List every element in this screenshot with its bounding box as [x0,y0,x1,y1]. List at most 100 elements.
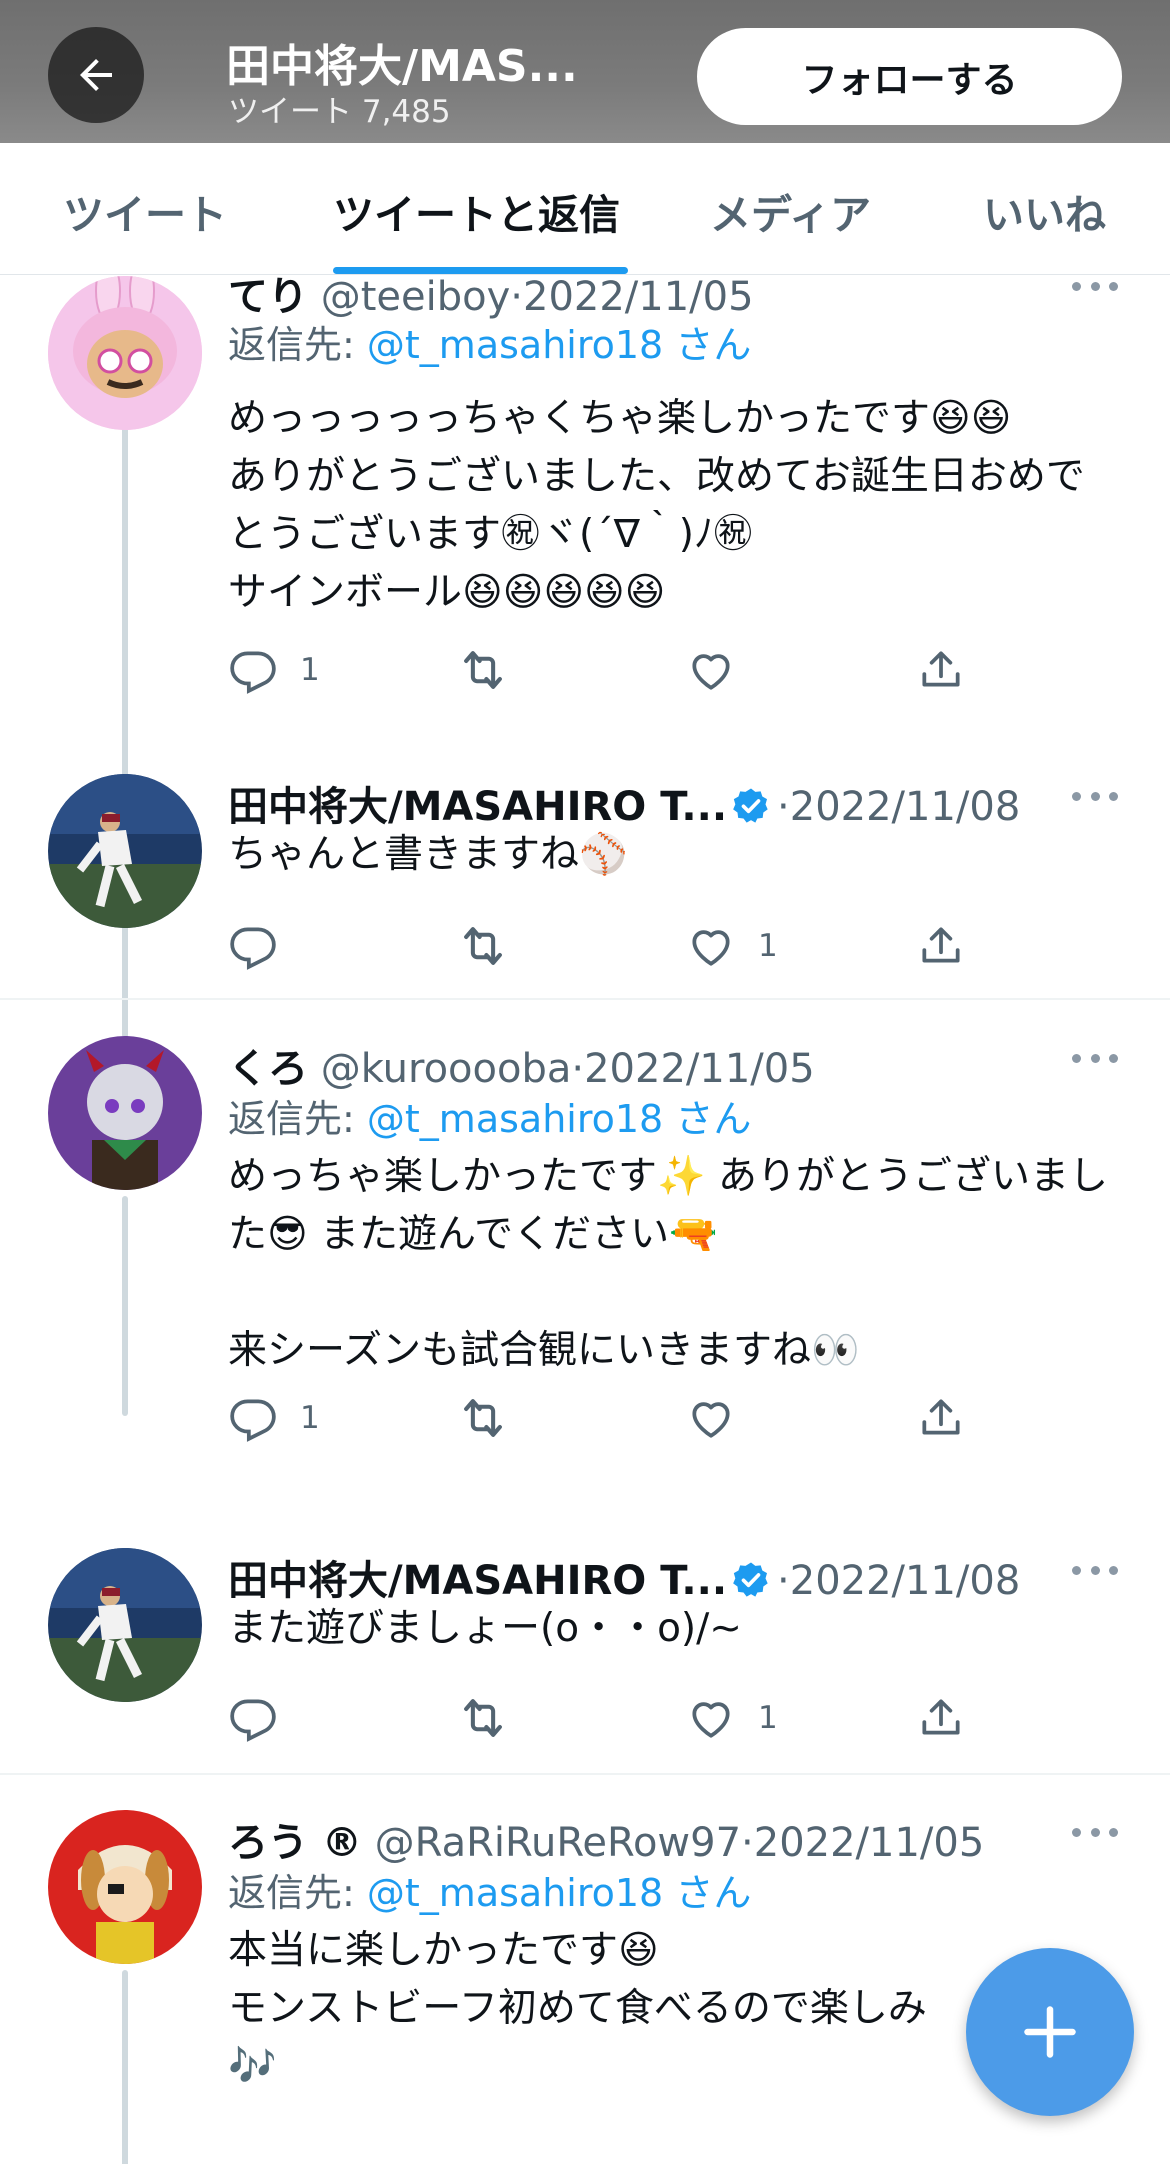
follow-button[interactable]: フォローする [697,28,1122,125]
reply-button[interactable]: 1 [228,1390,320,1446]
heart-icon [692,930,730,966]
reply-handle-link[interactable]: @t_masahiro18 [367,1871,663,1915]
retweet-button[interactable] [456,642,510,698]
reply-prefix: 返信先: [228,1097,355,1141]
reply-to: 返信先: @t_masahiro18 さん [228,1088,751,1143]
retweet-button[interactable] [456,1690,510,1746]
tweet-meta: くろ @kurooooba·2022/11/05 [228,1046,815,1092]
thread-line [122,426,128,1038]
tweet-date[interactable]: 2022/11/08 [790,784,1021,830]
retweet-button[interactable] [456,918,510,974]
reply-to: 返信先: @t_masahiro18 さん [228,314,751,369]
like-button[interactable] [686,1390,758,1446]
share-icon [922,1399,960,1435]
reply-icon [230,1699,276,1742]
reply-button[interactable] [228,1690,300,1746]
avatar[interactable] [48,1036,202,1190]
reply-prefix: 返信先: [228,323,355,367]
tweet-actions: 1 [228,1690,1008,1746]
profile-name: 田中将大/MAS... [226,41,578,92]
like-button[interactable]: 1 [686,1690,778,1746]
tweet-count: ツイート 7,485 [228,94,451,130]
share-button[interactable] [916,1690,966,1746]
profile-header: 田中将大/MAS... ツイート 7,485 フォローする [0,0,1170,143]
profile-tabs: ツイート ツイートと返信 メディア いいね [0,143,1170,275]
reply-prefix: 返信先: [228,1871,355,1915]
share-icon [922,651,960,687]
tweet-meta: 田中将大/MASAHIRO T... ·2022/11/08 [228,784,1021,830]
author-name[interactable]: 田中将大/MASAHIRO T... [228,1558,727,1604]
tweet-text: めっっっっっちゃくちゃ楽しかったです😆😆 ありがとうございました、改めてお誕生日… [228,396,1085,615]
share-button[interactable] [916,918,966,974]
share-button[interactable] [916,642,966,698]
avatar[interactable] [48,774,202,928]
tweet-date[interactable]: 2022/11/05 [754,1820,985,1866]
reply-button[interactable]: 1 [228,642,320,698]
tweet-meta: ろう ® @RaRiRuReRow97·2022/11/05 [228,1820,985,1866]
heart-icon [692,654,730,690]
like-button[interactable] [686,642,758,698]
tab-tweets-and-replies[interactable]: ツイートと返信 [333,181,620,241]
like-count: 1 [758,928,778,964]
author-handle[interactable]: @kurooooba [321,1046,572,1092]
retweet-icon [464,927,502,965]
tweet-divider [0,1773,1170,1775]
avatar[interactable] [48,1810,202,1964]
active-tab-indicator [333,267,628,274]
reply-icon [230,1399,276,1442]
reply-handle-link[interactable]: @t_masahiro18 [367,323,663,367]
like-button[interactable]: 1 [686,918,778,974]
more-options-icon[interactable] [1072,1048,1118,1068]
share-button[interactable] [916,1390,966,1446]
compose-tweet-button[interactable] [966,1948,1134,2116]
author-name[interactable]: ろう ® [228,1820,362,1866]
reply-icon [230,651,276,694]
avatar-image [48,276,202,430]
avatar-image [48,774,202,928]
author-name[interactable]: くろ [228,1046,308,1092]
verified-badge-icon [733,1562,768,1597]
heart-icon [692,1702,730,1738]
verified-badge-icon [733,788,768,823]
thread-line [122,1196,128,1416]
avatar[interactable] [48,276,202,430]
retweet-button[interactable] [456,1390,510,1446]
share-icon [922,1699,960,1735]
tweet-text: めっちゃ楽しかったです✨ ありがとうございました😎 また遊んでください🔫 来シー… [228,1154,1108,1373]
reply-icon [230,927,276,970]
reply-count: 1 [300,652,320,688]
tweet-date[interactable]: 2022/11/08 [790,1558,1021,1604]
author-handle[interactable]: @RaRiRuReRow97 [375,1820,741,1866]
more-options-icon[interactable] [1072,786,1118,806]
reply-count: 1 [300,1400,320,1436]
tweet-meta: 田中将大/MASAHIRO T... ·2022/11/08 [228,1558,1021,1604]
avatar-image [48,1036,202,1190]
reply-to: 返信先: @t_masahiro18 さん [228,1862,751,1917]
author-name[interactable]: 田中将大/MASAHIRO T... [228,784,727,830]
tab-likes[interactable]: いいね [983,181,1106,241]
more-options-icon[interactable] [1072,1560,1118,1580]
tweet-divider [0,998,1170,1000]
thread-line [122,1970,128,2164]
tweet-actions: 1 [228,1390,1008,1446]
more-options-icon[interactable] [1072,1822,1118,1842]
tweet-text: また遊びましょー(o・・o)/~ [228,1606,742,1651]
reply-button[interactable] [228,918,300,974]
avatar-image [48,1810,202,1964]
retweet-icon [464,651,502,689]
tweet-actions: 1 [228,918,1008,974]
tab-tweets[interactable]: ツイート [63,181,227,241]
back-button[interactable] [48,27,144,123]
avatar[interactable] [48,1548,202,1702]
timeline[interactable]: てり @teeiboy·2022/11/05 返信先: @t_masahiro1… [0,276,1170,2164]
arrow-left-icon [80,59,112,91]
reply-suffix: さん [675,1871,752,1915]
share-icon [922,927,960,963]
tweet-date[interactable]: 2022/11/05 [584,1046,815,1092]
tab-media[interactable]: メディア [710,181,871,241]
reply-handle-link[interactable]: @t_masahiro18 [367,1097,663,1141]
reply-suffix: さん [675,323,752,367]
avatar-image [48,1548,202,1702]
plus-icon [1024,2006,1076,2058]
more-options-icon[interactable] [1072,276,1118,296]
